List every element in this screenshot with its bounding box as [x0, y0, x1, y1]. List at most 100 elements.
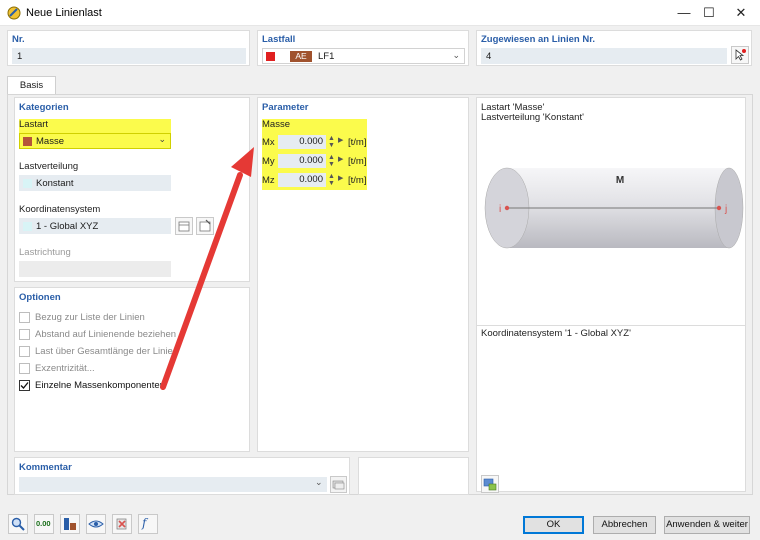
lastart-color-swatch: [23, 137, 32, 146]
spin-icon[interactable]: ▲ ▼: [328, 173, 335, 187]
koordinatensystem-field[interactable]: 1 - Global XYZ: [19, 218, 171, 234]
spin-icon[interactable]: ▲ ▼: [328, 135, 335, 149]
preview-coord-system: Koordinatensystem '1 - Global XYZ': [481, 328, 631, 339]
lastrichtung-field: [19, 261, 171, 277]
unit-label: [t/m]: [348, 137, 367, 148]
mx-input[interactable]: 0.000: [278, 135, 326, 149]
lastart-select[interactable]: Masse ⌄: [19, 133, 171, 149]
chevron-down-icon[interactable]: ⌄: [315, 477, 323, 488]
ok-button[interactable]: OK: [523, 516, 584, 534]
delete-button[interactable]: [112, 514, 132, 534]
param-label-mz: Mz: [262, 175, 275, 186]
zero-value-icon: 0.00: [36, 519, 51, 528]
checkbox-abstand-linienende[interactable]: [19, 329, 30, 340]
mz-input[interactable]: 0.000: [278, 173, 326, 187]
preview-divider: [477, 325, 745, 326]
lastrichtung-label: Lastrichtung: [19, 247, 71, 258]
assigned-lines-field[interactable]: 4: [481, 48, 727, 64]
load-label: M: [616, 175, 624, 186]
units-button[interactable]: 0.00: [34, 514, 54, 534]
empty-panel: [358, 457, 469, 495]
search-icon: [11, 517, 25, 531]
parameter-panel: Parameter Masse Mx 0.000 ▲ ▼ ▶ [t/m] My 0…: [257, 97, 469, 452]
kommentar-title: Kommentar: [19, 462, 72, 473]
start-node-label: i: [499, 204, 501, 215]
preview-load-distribution: Lastverteilung 'Konstant': [481, 112, 584, 123]
lastfall-code-badge: AE: [290, 51, 312, 62]
preview-panel: Lastart 'Masse' Lastverteilung 'Konstant…: [476, 97, 746, 493]
kategorien-title: Kategorien: [19, 102, 69, 113]
kommentar-library-button[interactable]: [330, 476, 347, 493]
lastart-label: Lastart: [19, 119, 49, 130]
new-coord-system-button[interactable]: [175, 217, 193, 235]
caret-right-icon[interactable]: ▶: [338, 174, 343, 182]
coord-swatch: [23, 222, 32, 231]
distribution-swatch: [23, 179, 32, 188]
cylinder-preview: M i j: [484, 167, 744, 249]
checkbox-bezug-liste[interactable]: [19, 312, 30, 323]
lastverteilung-value: Konstant: [36, 178, 74, 189]
edit-coord-system-button[interactable]: [196, 217, 214, 235]
lastfall-select[interactable]: AE LF1 ⌄: [262, 48, 465, 64]
title-bar: Neue Linienlast — ☐ ✕: [0, 0, 760, 26]
lastfall-color-swatch: [266, 52, 275, 61]
lastfall-label: Lastfall: [262, 34, 296, 45]
comment-library-icon: [332, 480, 345, 490]
my-input[interactable]: 0.000: [278, 154, 326, 168]
unit-label: [t/m]: [348, 175, 367, 186]
option-label: Einzelne Massenkomponenten: [35, 380, 165, 391]
option-label: Bezug zur Liste der Linien: [35, 312, 145, 323]
parameter-title: Parameter: [262, 102, 309, 113]
edit-coord-icon: [199, 219, 211, 232]
masse-group-label: Masse: [262, 119, 290, 130]
spin-icon[interactable]: ▲ ▼: [328, 154, 335, 168]
lastverteilung-field[interactable]: Konstant: [19, 175, 171, 191]
display-button[interactable]: [86, 514, 106, 534]
cancel-button[interactable]: Abbrechen: [593, 516, 656, 534]
optionen-panel: Optionen Bezug zur Liste der Linien Abst…: [14, 287, 250, 452]
option-label: Exzentrizität...: [35, 363, 95, 374]
new-coord-icon: [178, 221, 190, 232]
end-node-label: j: [724, 204, 727, 215]
param-label-my: My: [262, 156, 275, 167]
kommentar-input[interactable]: [19, 477, 327, 492]
lastart-value: Masse: [36, 136, 64, 147]
preview-settings-button[interactable]: [481, 475, 499, 493]
lastfall-panel: Lastfall AE LF1 ⌄: [257, 30, 469, 66]
delete-icon: [116, 518, 127, 530]
checkbox-einzelne-massenkomponenten[interactable]: [19, 380, 30, 391]
window-title: Neue Linienlast: [26, 7, 102, 19]
koordinatensystem-label: Koordinatensystem: [19, 204, 101, 215]
chevron-down-icon: ⌄: [158, 134, 166, 144]
formula-button[interactable]: f: [138, 514, 158, 534]
caret-right-icon[interactable]: ▶: [338, 155, 343, 163]
koordinatensystem-value: 1 - Global XYZ: [36, 221, 99, 232]
option-label: Last über Gesamtlänge der Linie: [35, 346, 173, 357]
unit-label: [t/m]: [348, 156, 367, 167]
eye-view-icon: [88, 520, 104, 528]
display-settings-icon: [483, 478, 497, 491]
chevron-down-icon: ⌄: [452, 50, 460, 60]
nr-panel: Nr. 1: [7, 30, 250, 66]
app-icon: [7, 6, 21, 20]
apply-next-button[interactable]: Anwenden & weiter: [664, 516, 750, 534]
checkbox-gesamtlaenge[interactable]: [19, 346, 30, 357]
close-button[interactable]: ✕: [722, 0, 760, 25]
model-structure-icon: [64, 518, 76, 530]
checkbox-exzentrizitaet[interactable]: [19, 363, 30, 374]
nr-label: Nr.: [12, 34, 25, 45]
kommentar-panel: Kommentar ⌄: [14, 457, 350, 495]
caret-right-icon[interactable]: ▶: [338, 136, 343, 144]
optionen-title: Optionen: [19, 292, 61, 303]
nr-field[interactable]: 1: [12, 48, 246, 64]
search-button[interactable]: [8, 514, 28, 534]
model-button[interactable]: [60, 514, 80, 534]
param-label-mx: Mx: [262, 137, 275, 148]
pick-cursor-icon: [735, 49, 746, 61]
option-label: Abstand auf Linienende beziehen: [35, 329, 177, 340]
assigned-label: Zugewiesen an Linien Nr.: [481, 34, 596, 45]
lastverteilung-label: Lastverteilung: [19, 161, 79, 172]
tab-basis[interactable]: Basis: [7, 76, 56, 95]
pick-lines-button[interactable]: [731, 46, 749, 64]
end-node-dot: [716, 205, 722, 211]
